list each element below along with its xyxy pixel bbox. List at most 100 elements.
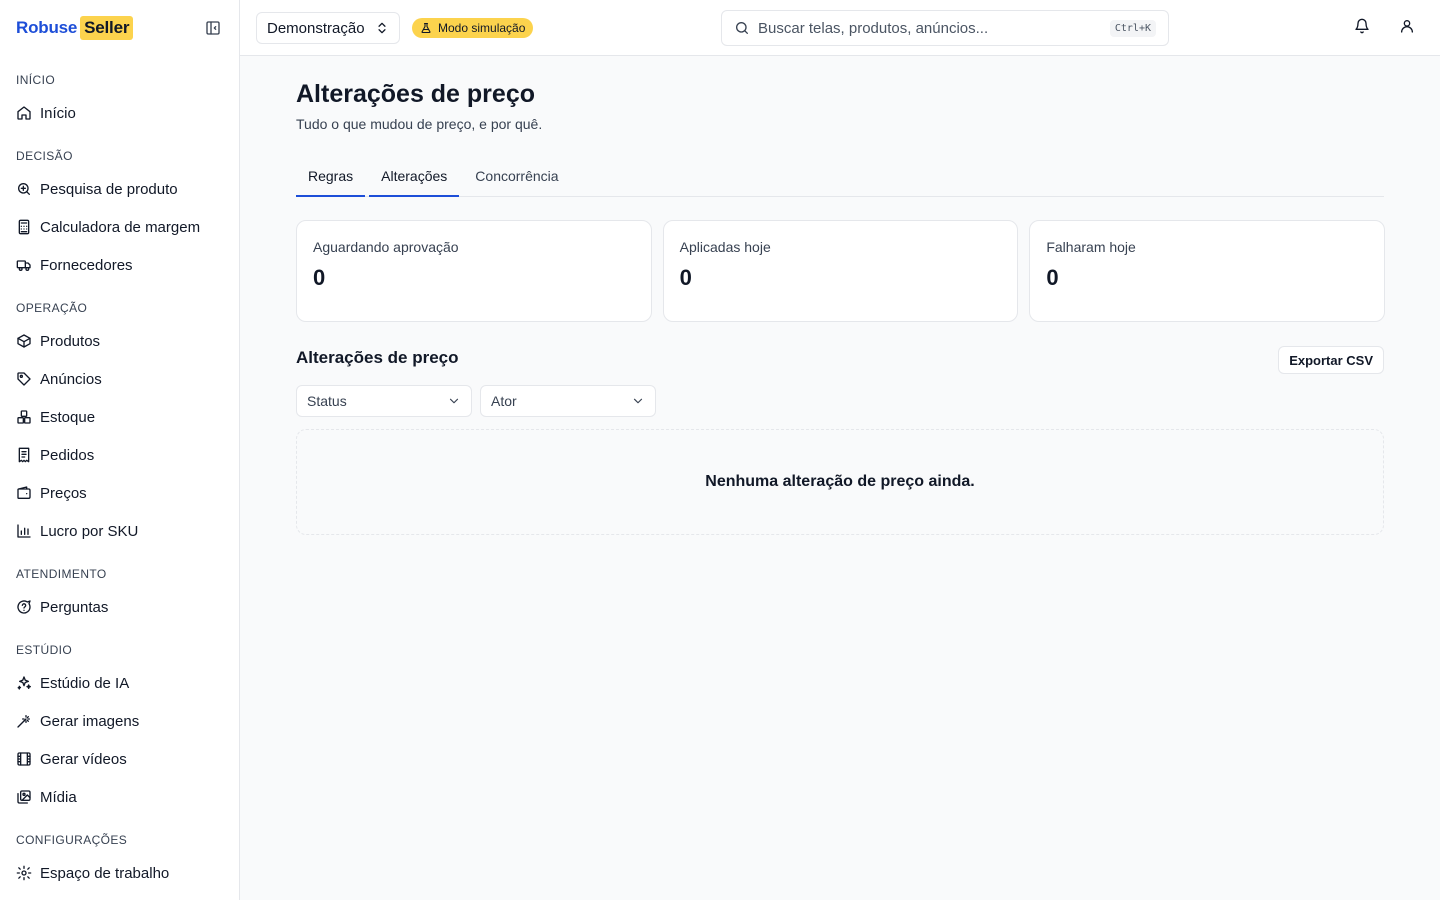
- sidebar-item-label: Fornecedores: [40, 256, 133, 274]
- export-csv-button[interactable]: Exportar CSV: [1278, 346, 1384, 374]
- sidebar-item-label: Estúdio de IA: [40, 674, 130, 692]
- gear-icon: [16, 865, 32, 881]
- sidebar-nav: INÍCIO Início DECISÃO Pesquisa de produto Ca…: [0, 72, 239, 900]
- sidebar-item-gerar-imagens[interactable]: Gerar imagens: [0, 702, 239, 740]
- stat-label: Aguardando aprovação: [313, 239, 459, 255]
- receipt-icon: [16, 447, 32, 463]
- sidebar-item-perguntas[interactable]: Perguntas: [0, 588, 239, 626]
- sidebar-item-inicio[interactable]: Início: [0, 94, 239, 132]
- sidebar-item-estoque[interactable]: Estoque: [0, 398, 239, 436]
- sidebar-item-midia[interactable]: Mídia: [0, 778, 239, 816]
- sidebar-item-lucro-por-sku[interactable]: Lucro por SKU: [0, 512, 239, 550]
- sidebar-item-fiscal-e-custos[interactable]: Fiscal e custos: [0, 892, 239, 900]
- logo-text-seller: Seller: [80, 16, 134, 40]
- status-filter-select[interactable]: Status: [296, 385, 472, 417]
- chevron-up-down-icon: [378, 22, 386, 34]
- sidebar-item-label: Gerar vídeos: [40, 750, 127, 768]
- workspace-label: Demonstração: [267, 19, 365, 37]
- wand-icon: [16, 713, 32, 729]
- flask-icon: [421, 22, 431, 34]
- workspace-select[interactable]: Demonstração: [256, 12, 400, 44]
- stat-card-pending: Aguardando aprovação 0: [296, 220, 652, 322]
- stat-label: Falharam hoje: [1046, 239, 1136, 255]
- search-zoom-icon: [16, 181, 32, 197]
- truck-icon: [16, 257, 32, 273]
- search-input[interactable]: [758, 19, 1110, 37]
- stat-label: Aplicadas hoje: [679, 239, 771, 255]
- stat-value: 0: [679, 265, 692, 290]
- simulation-badge-label: Modo simulação: [438, 21, 526, 35]
- page-subtitle: Tudo o que mudou de preço, e por quê.: [296, 116, 543, 132]
- home-icon: [16, 105, 32, 121]
- sidebar-item-precos[interactable]: Preços: [0, 474, 239, 512]
- sidebar-item-label: Lucro por SKU: [40, 522, 139, 540]
- section-title: Alterações de preço: [296, 348, 459, 367]
- user-icon[interactable]: [1399, 18, 1417, 36]
- sidebar-section-label: CONFIGURAÇÕES: [16, 833, 128, 847]
- sidebar-collapse-icon[interactable]: [203, 18, 223, 38]
- actor-filter-label: Ator: [491, 393, 517, 409]
- stat-card-applied: Aplicadas hoje 0: [662, 220, 1019, 322]
- search-icon: [736, 22, 748, 34]
- global-search[interactable]: Ctrl+K: [721, 10, 1169, 46]
- bar-chart-icon: [16, 523, 32, 539]
- logo[interactable]: Robuse Seller: [16, 16, 134, 40]
- chevron-down-icon: [633, 398, 643, 404]
- logo-text-robuse: Robuse: [16, 18, 78, 37]
- sidebar-item-gerar-videos[interactable]: Gerar vídeos: [0, 740, 239, 778]
- sidebar-item-label: Calculadora de margem: [40, 218, 201, 236]
- shortcut-hint: Ctrl+K: [1109, 19, 1156, 37]
- sidebar-item-label: Perguntas: [40, 598, 109, 616]
- tab-regras[interactable]: Regras: [296, 156, 366, 197]
- sidebar-item-produtos[interactable]: Produtos: [0, 322, 239, 360]
- sidebar-item-calculadora-de-margem[interactable]: Calculadora de margem: [0, 208, 239, 246]
- sidebar-item-label: Anúncios: [40, 370, 102, 388]
- sidebar-item-pedidos[interactable]: Pedidos: [0, 436, 239, 474]
- tab-concorrencia[interactable]: Concorrência: [463, 156, 570, 197]
- sidebar-item-estudio-de-ia[interactable]: Estúdio de IA: [0, 664, 239, 702]
- stat-value: 0: [1046, 265, 1059, 290]
- stats-cards: Aguardando aprovação 0 Aplicadas hoje 0 …: [296, 220, 1386, 322]
- empty-state: Nenhuma alteração de preço ainda.: [296, 429, 1384, 535]
- chevron-down-icon: [449, 398, 459, 404]
- sidebar-item-label: Produtos: [40, 332, 101, 350]
- stat-card-failed: Falharam hoje 0: [1029, 220, 1386, 322]
- stat-value: 0: [313, 265, 326, 290]
- tag-icon: [16, 371, 32, 387]
- sidebar-item-label: Pedidos: [40, 446, 95, 464]
- actor-filter-select[interactable]: Ator: [480, 385, 656, 417]
- sidebar-item-label: Preços: [40, 484, 87, 502]
- sidebar-section-label: DECISÃO: [16, 149, 73, 163]
- film-icon: [16, 751, 32, 767]
- wallet-icon: [16, 485, 32, 501]
- images-icon: [16, 789, 32, 805]
- simulation-badge: Modo simulação: [412, 18, 534, 38]
- bell-icon[interactable]: [1354, 18, 1372, 36]
- sidebar-item-label: Pesquisa de produto: [40, 180, 178, 198]
- question-bubble-icon: [16, 599, 32, 615]
- tab-alteracoes[interactable]: Alterações: [369, 156, 460, 197]
- sidebar-item-fornecedores[interactable]: Fornecedores: [0, 246, 239, 284]
- sidebar-section-label: OPERAÇÃO: [16, 301, 88, 315]
- page-title: Alterações de preço: [296, 80, 535, 108]
- sidebar-section-label: ATENDIMENTO: [16, 567, 107, 581]
- sidebar-item-label: Mídia: [40, 788, 77, 806]
- sidebar-item-label: Gerar imagens: [40, 712, 140, 730]
- boxes-icon: [16, 409, 32, 425]
- sidebar-item-espaco-de-trabalho[interactable]: Espaço de trabalho: [0, 854, 239, 892]
- package-icon: [16, 333, 32, 349]
- status-filter-label: Status: [307, 393, 347, 409]
- sidebar: Robuse Seller INÍCIO Início DECISÃO Pesquis…: [0, 0, 240, 900]
- sparkles-icon: [16, 675, 32, 691]
- sidebar-item-label: Início: [40, 104, 76, 122]
- sidebar-item-label: Estoque: [40, 408, 96, 426]
- sidebar-item-anuncios[interactable]: Anúncios: [0, 360, 239, 398]
- sidebar-item-pesquisa-de-produto[interactable]: Pesquisa de produto: [0, 170, 239, 208]
- empty-state-message: Nenhuma alteração de preço ainda.: [705, 473, 975, 490]
- calculator-icon: [16, 219, 32, 235]
- topbar: Demonstração Modo simulação Ctrl+K: [240, 0, 1440, 56]
- sidebar-item-label: Espaço de trabalho: [40, 864, 170, 882]
- tab-bar: Regras Alterações Concorrência: [296, 156, 1384, 197]
- sidebar-section-label: INÍCIO: [16, 73, 56, 87]
- brand-header: Robuse Seller: [0, 0, 239, 56]
